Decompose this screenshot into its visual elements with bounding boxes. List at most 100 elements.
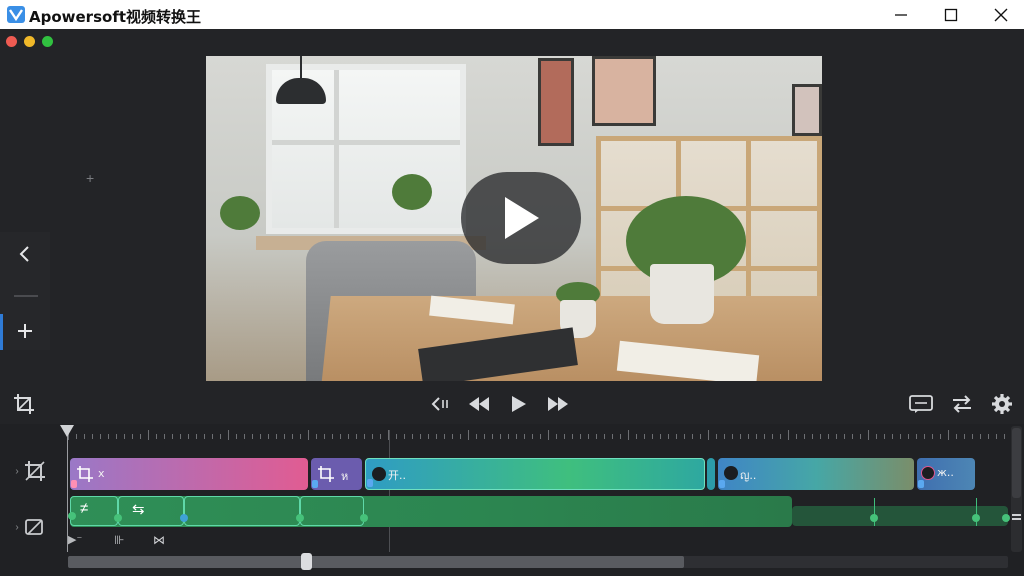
clip-thumbnail-icon	[372, 467, 386, 481]
audio-segment[interactable]	[70, 496, 118, 526]
clip-handle[interactable]	[312, 480, 318, 488]
crop-button[interactable]	[8, 384, 40, 424]
video-clip[interactable]: ห	[311, 458, 362, 490]
rewind-button[interactable]	[466, 384, 492, 424]
video-plant	[220, 196, 260, 230]
ruler-tick	[604, 434, 605, 439]
ruler-tick	[892, 434, 893, 439]
ruler-tick	[996, 434, 997, 439]
keyframe[interactable]	[114, 514, 122, 522]
timeline-ruler[interactable]	[68, 428, 1012, 444]
swap-button[interactable]	[948, 384, 976, 424]
back-button[interactable]	[0, 234, 50, 274]
clip-handle[interactable]	[71, 480, 77, 488]
ruler-tick	[788, 430, 789, 440]
clip-handle[interactable]	[719, 480, 725, 488]
video-clip[interactable]: 开..	[365, 458, 705, 490]
swap-icon	[953, 395, 971, 413]
ruler-tick	[180, 434, 181, 439]
maximize-button[interactable]	[926, 0, 976, 29]
clip-crop-icon	[77, 466, 93, 482]
add-small-icon[interactable]: +	[86, 170, 94, 186]
clip-label: 开..	[388, 469, 406, 482]
traffic-minimize-button[interactable]	[24, 36, 35, 47]
ruler-tick	[116, 434, 117, 439]
clip-handle[interactable]	[918, 480, 924, 488]
ruler-tick	[716, 434, 717, 439]
keyframe[interactable]	[870, 514, 878, 522]
track-option-icon[interactable]: ⊪	[114, 533, 124, 547]
video-clip[interactable]: ญ..	[718, 458, 914, 490]
rail-divider	[14, 295, 38, 297]
caption-button[interactable]	[906, 384, 936, 424]
minimize-button[interactable]	[876, 0, 926, 29]
crop-icon	[14, 394, 34, 414]
app-window: Apowersoft视频转换王 + › › x ห 开.. ญ.. ж.. ≠ …	[0, 0, 1024, 576]
ruler-tick	[828, 434, 829, 439]
video-clip-gap[interactable]	[707, 458, 715, 490]
keyframe[interactable]	[68, 512, 76, 520]
keyframe[interactable]	[180, 514, 188, 522]
video-clip[interactable]: x	[70, 458, 308, 490]
settings-button[interactable]	[988, 384, 1016, 424]
ruler-tick	[420, 434, 421, 439]
clip-handle[interactable]	[367, 479, 373, 487]
video-track-header[interactable]: ›	[0, 454, 62, 488]
close-button[interactable]	[976, 0, 1024, 29]
ruler-tick	[460, 434, 461, 439]
ruler-tick	[572, 434, 573, 439]
clip-thumbnail-icon	[921, 466, 935, 480]
video-play-button[interactable]	[461, 172, 581, 264]
ruler-tick	[980, 434, 981, 439]
video-clip[interactable]: ж..	[917, 458, 975, 490]
gear-icon	[992, 394, 1012, 414]
video-painting-1	[538, 58, 574, 146]
ruler-tick	[676, 434, 677, 439]
plus-icon	[18, 324, 32, 338]
fast-forward-button[interactable]	[545, 384, 571, 424]
horizontal-scroll-thumb[interactable]	[301, 553, 312, 570]
ruler-tick	[212, 434, 213, 439]
ruler-tick	[452, 434, 453, 439]
track-option-icon[interactable]: ▶⁻	[68, 533, 82, 546]
ruler-tick	[244, 434, 245, 439]
audio-segment[interactable]	[184, 496, 300, 526]
ruler-tick	[884, 434, 885, 439]
audio-track-header[interactable]: ›	[0, 510, 62, 544]
play-button[interactable]	[506, 384, 532, 424]
track-option-icon[interactable]: ⋈	[153, 533, 165, 547]
ruler-tick	[500, 434, 501, 439]
traffic-zoom-button[interactable]	[42, 36, 53, 47]
add-button[interactable]	[0, 311, 50, 351]
track-resize-handle[interactable]	[1012, 514, 1021, 520]
audio-segment[interactable]	[300, 496, 364, 526]
traffic-close-button[interactable]	[6, 36, 17, 47]
ruler-tick	[164, 434, 165, 439]
reverse-button[interactable]	[428, 384, 452, 424]
ruler-tick	[396, 434, 397, 439]
ruler-tick	[588, 434, 589, 439]
ruler-tick	[476, 434, 477, 439]
vertical-scroll-thumb[interactable]	[1012, 428, 1021, 498]
keyframe[interactable]	[1002, 514, 1010, 522]
keyframe[interactable]	[296, 514, 304, 522]
ruler-tick	[764, 434, 765, 439]
ruler-tick	[220, 434, 221, 439]
keyframe[interactable]	[972, 514, 980, 522]
expand-chevron-icon: ›	[15, 465, 19, 477]
keyframe[interactable]	[360, 514, 368, 522]
ruler-tick	[76, 434, 77, 439]
caption-icon	[909, 395, 933, 413]
ruler-tick	[308, 430, 309, 440]
ruler-tick	[852, 434, 853, 439]
ruler-tick	[484, 434, 485, 439]
playhead-handle[interactable]	[60, 425, 74, 437]
ruler-tick	[988, 434, 989, 439]
ruler-tick	[204, 434, 205, 439]
audio-segment[interactable]	[118, 496, 184, 526]
horizontal-scroll-track-fill	[68, 556, 684, 568]
ruler-tick	[348, 434, 349, 439]
ruler-tick	[436, 434, 437, 439]
video-lamp-cord	[300, 56, 302, 80]
ruler-tick	[260, 434, 261, 439]
